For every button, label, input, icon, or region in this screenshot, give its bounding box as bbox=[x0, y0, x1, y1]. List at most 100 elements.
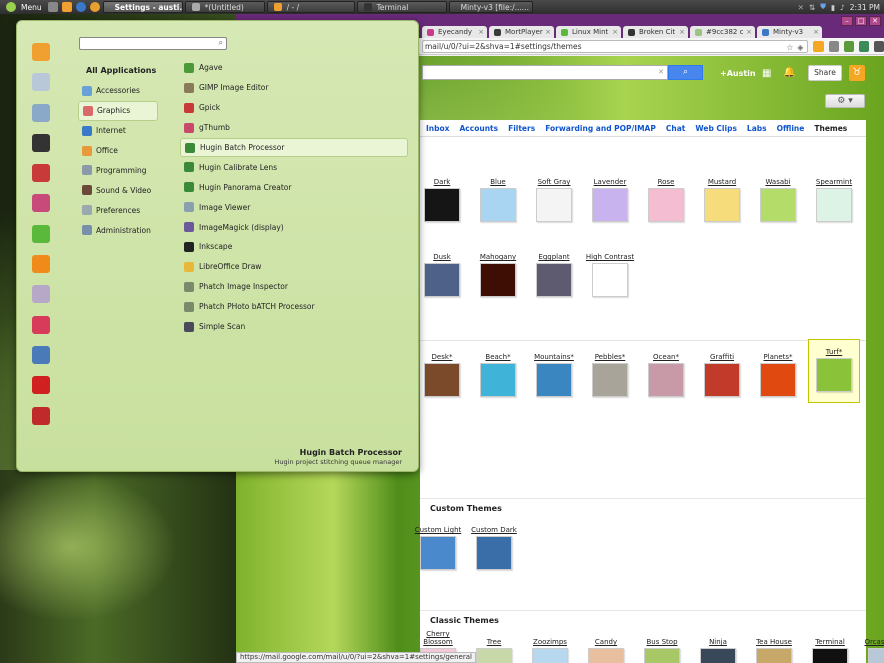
chromium-launcher-icon[interactable] bbox=[75, 2, 86, 12]
settings-tab[interactable]: Chat bbox=[666, 124, 686, 133]
theme-option[interactable]: High Contrast bbox=[584, 245, 636, 297]
close-tab-icon[interactable]: × bbox=[746, 28, 752, 36]
theme-option[interactable]: Beach* bbox=[472, 345, 524, 397]
settings-tab[interactable]: Web Clips bbox=[695, 124, 737, 133]
theme-option[interactable]: Ocean* bbox=[640, 345, 692, 397]
browser-tab[interactable]: Broken Cit × bbox=[623, 26, 688, 38]
browser-tab[interactable]: Eyecandy × bbox=[422, 26, 487, 38]
ext-orange-icon[interactable] bbox=[813, 40, 824, 52]
menu-button[interactable]: Menu bbox=[0, 2, 46, 12]
volume-icon[interactable]: ♪ bbox=[840, 3, 845, 12]
app-item[interactable]: Hugin Batch Processor bbox=[180, 137, 408, 158]
app-item[interactable]: Hugin Calibrate Lens bbox=[180, 157, 408, 177]
browser-tab[interactable]: MortPlayer × bbox=[489, 26, 554, 38]
browser-tab[interactable]: #9cc382 c × bbox=[690, 26, 755, 38]
category-item[interactable]: Internet bbox=[78, 121, 158, 141]
find-file-icon[interactable] bbox=[32, 103, 50, 122]
theme-option[interactable]: Ninja bbox=[692, 630, 744, 663]
bookmark-star-icon[interactable]: ☆ bbox=[786, 42, 793, 53]
theme-option[interactable]: Dark bbox=[416, 170, 468, 222]
category-item[interactable]: Graphics bbox=[78, 100, 158, 121]
terminal-icon[interactable] bbox=[32, 133, 50, 152]
close-notify-icon[interactable]: ✕ bbox=[798, 3, 804, 12]
theme-option[interactable]: Lavender bbox=[584, 170, 636, 222]
close-tab-icon[interactable]: × bbox=[478, 28, 484, 36]
share-button[interactable]: Share bbox=[808, 65, 842, 81]
app-item[interactable]: Inkscape bbox=[180, 237, 408, 257]
theme-option[interactable]: Blue bbox=[472, 170, 524, 222]
close-tab-icon[interactable]: × bbox=[679, 28, 685, 36]
settings-tab[interactable]: Accounts bbox=[460, 124, 499, 133]
close-tab-icon[interactable]: × bbox=[612, 28, 618, 36]
theme-option[interactable]: Zoozimps bbox=[524, 630, 576, 663]
close-tab-icon[interactable]: × bbox=[545, 28, 551, 36]
category-item[interactable]: Preferences bbox=[78, 200, 158, 220]
apps-grid-icon[interactable]: ▦ bbox=[762, 68, 771, 79]
theme-option[interactable]: Custom Dark bbox=[468, 518, 520, 570]
browser-tab[interactable]: Linux Mint × bbox=[556, 26, 621, 38]
theme-option[interactable]: Turf* bbox=[808, 339, 860, 403]
theme-option[interactable]: Dusk bbox=[416, 245, 468, 297]
notification-bell-icon[interactable]: 🔔 bbox=[783, 67, 795, 78]
app-item[interactable]: Simple Scan bbox=[180, 317, 408, 337]
settings-tab[interactable]: Inbox bbox=[426, 124, 450, 133]
close-tab-icon[interactable]: × bbox=[813, 28, 819, 36]
theme-option[interactable]: Wasabi bbox=[752, 170, 804, 222]
menu-search-input[interactable]: ⌕ bbox=[79, 37, 227, 50]
theme-option[interactable]: Graffiti bbox=[696, 345, 748, 397]
theme-option[interactable]: Orcas Island bbox=[860, 630, 884, 663]
browser-menu-icon[interactable] bbox=[873, 40, 884, 52]
package-icon[interactable] bbox=[32, 194, 50, 213]
software-manager-icon[interactable] bbox=[32, 164, 50, 183]
theme-option[interactable]: Spearmint bbox=[808, 170, 860, 222]
app-item[interactable]: LibreOffice Draw bbox=[180, 257, 408, 277]
theme-option[interactable]: Bus Stop bbox=[636, 630, 688, 663]
theme-option[interactable]: Candy bbox=[580, 630, 632, 663]
app-item[interactable]: Gpick bbox=[180, 98, 408, 118]
search-icon[interactable] bbox=[32, 73, 50, 92]
clock[interactable]: 2:31 PM bbox=[850, 3, 880, 12]
theme-option[interactable]: Mahogany bbox=[472, 245, 524, 297]
network-icon[interactable]: ⇅ bbox=[809, 3, 815, 12]
category-item[interactable]: Administration bbox=[78, 220, 158, 240]
settings-gear-button[interactable]: ⚙ ▾ bbox=[825, 94, 865, 108]
category-item[interactable]: Office bbox=[78, 141, 158, 161]
taskbar-button[interactable]: Minty-v3 [file:/...... bbox=[448, 1, 533, 13]
theme-option[interactable]: Mustard bbox=[696, 170, 748, 222]
disk-icon[interactable] bbox=[32, 315, 50, 334]
battery-icon[interactable]: ▮ bbox=[831, 3, 835, 12]
chrome-launcher-icon[interactable] bbox=[89, 2, 100, 12]
app-item[interactable]: Image Viewer bbox=[180, 197, 408, 217]
taskbar-button[interactable]: *(Untitled) bbox=[184, 1, 265, 13]
browser-tab[interactable]: Minty-v3 × bbox=[757, 26, 822, 38]
app-item[interactable]: gThumb bbox=[180, 118, 408, 138]
gmail-search-input[interactable]: ✕ bbox=[422, 65, 668, 80]
settings-tab[interactable]: Offline bbox=[777, 124, 805, 133]
ext-pen-icon[interactable] bbox=[843, 40, 854, 52]
category-item[interactable]: Accessories bbox=[78, 81, 158, 101]
folder-icon[interactable] bbox=[32, 43, 50, 61]
text-editor-icon[interactable] bbox=[32, 224, 50, 243]
settings-tab[interactable]: Forwarding and POP/IMAP bbox=[545, 124, 656, 133]
settings-tab[interactable]: Themes bbox=[814, 124, 847, 133]
category-item[interactable]: Programming bbox=[78, 160, 158, 180]
taskbar-button[interactable]: / - / bbox=[266, 1, 355, 13]
maximize-button[interactable]: □ bbox=[855, 16, 867, 26]
color-picker-icon[interactable] bbox=[32, 285, 50, 304]
shield-icon[interactable]: ⛊ bbox=[820, 2, 826, 12]
theme-option[interactable]: Custom Light bbox=[412, 518, 464, 570]
app-item[interactable]: GIMP Image Editor bbox=[180, 78, 408, 98]
theme-option[interactable]: Eggplant bbox=[528, 245, 580, 297]
theme-option[interactable]: Rose bbox=[640, 170, 692, 222]
theme-option[interactable]: Soft Gray bbox=[528, 170, 580, 222]
theme-option[interactable]: Tea House bbox=[748, 630, 800, 663]
vlc-icon[interactable] bbox=[32, 255, 50, 274]
extension-icon[interactable]: ◈ bbox=[797, 42, 803, 53]
logout-icon[interactable] bbox=[32, 406, 50, 425]
power-icon[interactable] bbox=[32, 376, 50, 395]
theme-option[interactable]: Terminal bbox=[804, 630, 856, 663]
show-desktop-icon[interactable] bbox=[47, 2, 58, 12]
app-item[interactable]: Phatch PHoto bATCH Processor bbox=[180, 297, 408, 317]
theme-option[interactable]: Planets* bbox=[752, 345, 804, 397]
avatar[interactable]: ♉ bbox=[849, 65, 865, 81]
